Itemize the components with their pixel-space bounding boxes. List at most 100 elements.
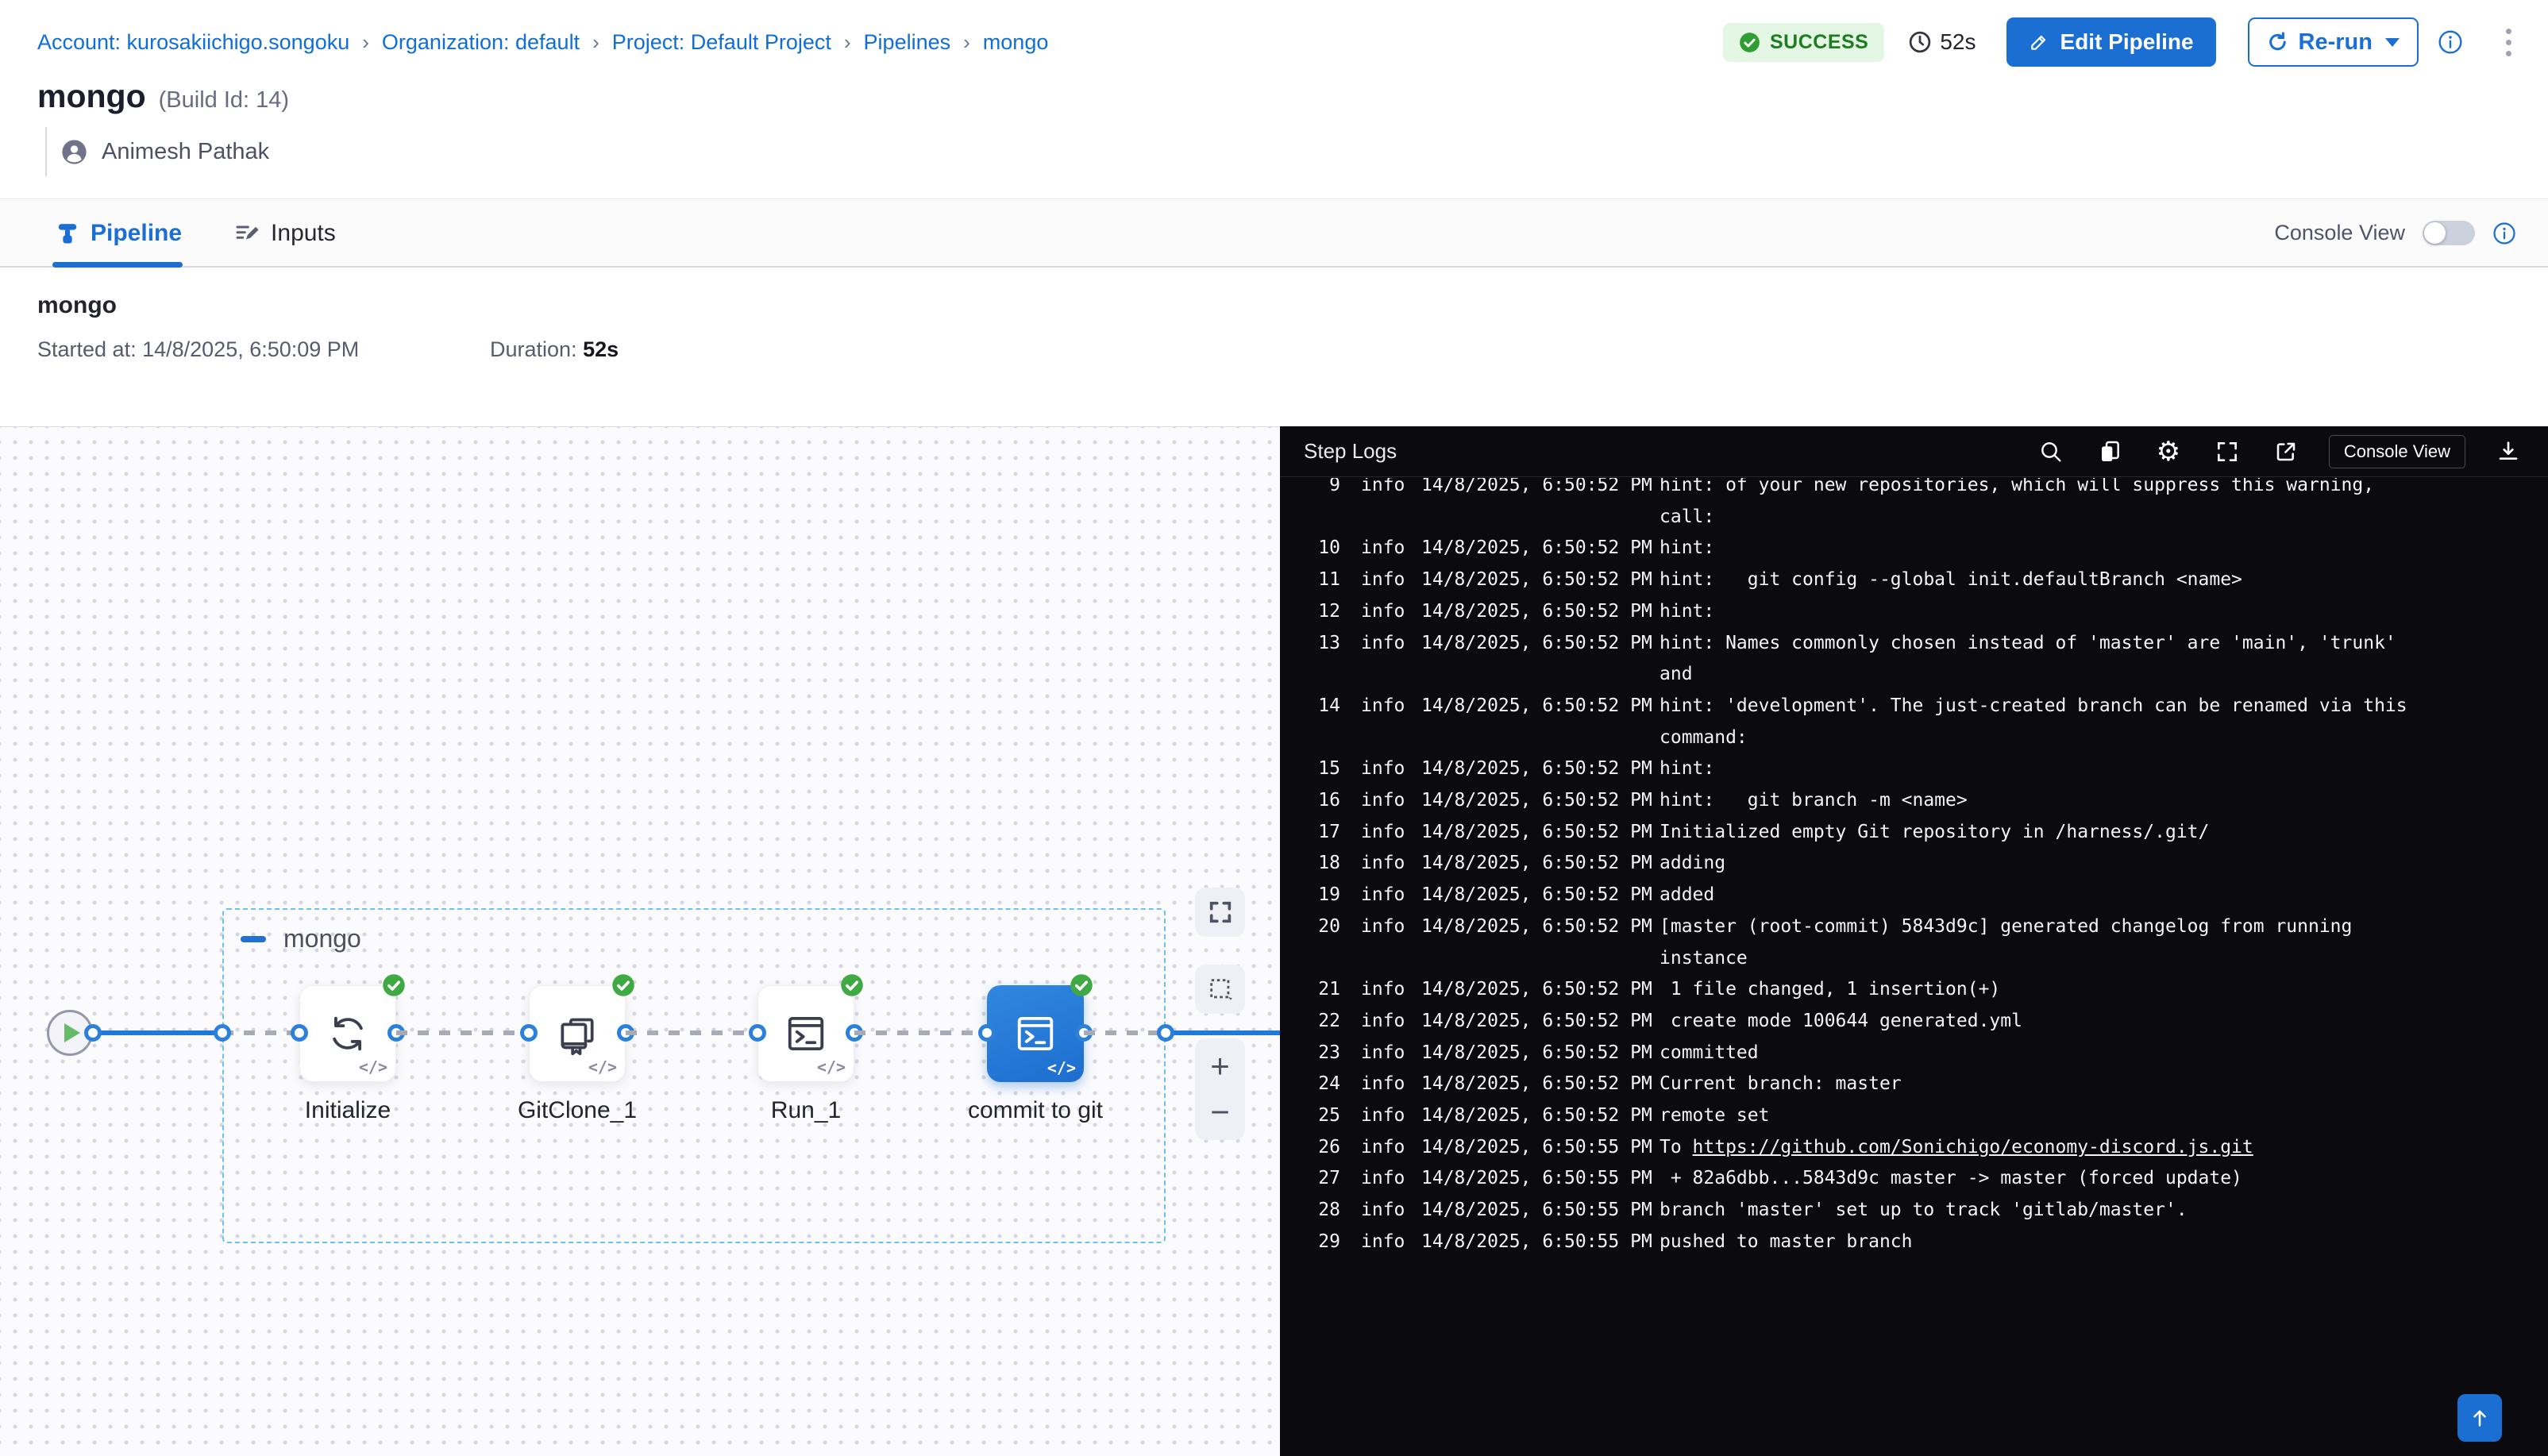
stage-label: commit to git: [932, 1097, 1139, 1124]
sync-icon: [326, 1012, 369, 1055]
log-line: 12info14/8/2025, 6:50:52 PMhint:: [1280, 596, 2548, 628]
breadcrumb-separator: ›: [592, 30, 599, 55]
log-line: 16info14/8/2025, 6:50:52 PMhint: git bra…: [1280, 785, 2548, 817]
link-port-dot[interactable]: [291, 1024, 308, 1042]
pipeline-link-dashed: [396, 1030, 529, 1035]
run-info-strip: mongo Started at: 14/8/2025, 6:50:09 PM …: [0, 269, 2548, 426]
log-line: 10info14/8/2025, 6:50:52 PMhint:: [1280, 533, 2548, 564]
log-console-view-button[interactable]: Console View: [2329, 435, 2465, 468]
log-open-in-new-icon[interactable]: [2270, 436, 2302, 468]
console-view-toggle-group: Console View: [2274, 199, 2516, 267]
log-line: 22info14/8/2025, 6:50:52 PM create mode …: [1280, 1006, 2548, 1038]
tab-inputs[interactable]: Inputs: [234, 199, 336, 267]
step-logs-panel: Step Logs ⚙ Console View: [1280, 426, 2548, 1456]
log-line: 20info14/8/2025, 6:50:52 PM[master (root…: [1280, 911, 2548, 943]
log-line: 13info14/8/2025, 6:50:52 PMhint: Names c…: [1280, 628, 2548, 660]
scroll-to-top-button[interactable]: [2457, 1394, 2502, 1442]
log-settings-icon[interactable]: ⚙: [2153, 436, 2184, 468]
pipeline-link-solid: [93, 1030, 222, 1035]
link-port-dot[interactable]: [978, 1024, 996, 1042]
duration-indicator: 52s: [1908, 29, 1976, 55]
edit-pipeline-button[interactable]: Edit Pipeline: [2006, 17, 2216, 67]
pipeline-link-dashed: [1084, 1030, 1166, 1035]
log-line: and: [1280, 659, 2548, 691]
zoom-in-button[interactable]: +: [1210, 1050, 1230, 1083]
log-scroll-area[interactable]: 9info14/8/2025, 6:50:52 PMhint: of your …: [1280, 478, 2548, 1456]
build-id: (Build Id: 14): [159, 87, 289, 114]
success-check-icon: [1739, 32, 1760, 53]
pipeline-name: mongo: [37, 78, 146, 115]
breadcrumb-separator: ›: [844, 30, 851, 55]
log-line: 21info14/8/2025, 6:50:52 PM 1 file chang…: [1280, 974, 2548, 1006]
stage-success-badge: [611, 973, 635, 997]
run-duration: Duration: 52s: [490, 337, 619, 362]
step-logs-title: Step Logs: [1304, 439, 1397, 464]
author-row: Animesh Pathak: [45, 127, 269, 176]
breadcrumb-separator: ›: [362, 30, 369, 55]
execution-info-icon[interactable]: [2438, 29, 2463, 55]
log-line: instance: [1280, 943, 2548, 975]
log-repo-link[interactable]: https://github.com/Sonichigo/economy-dis…: [1693, 1137, 2253, 1157]
log-line: 24info14/8/2025, 6:50:52 PMCurrent branc…: [1280, 1069, 2548, 1100]
log-line: 23info14/8/2025, 6:50:52 PMcommitted: [1280, 1038, 2548, 1069]
pipeline-canvas[interactable]: mongo </>Initialize</>GitClone_1</>Run_1…: [0, 426, 1280, 1456]
rerun-button[interactable]: Re-run: [2248, 17, 2419, 67]
stage-label: Initialize: [245, 1097, 451, 1124]
canvas-zoom-controls: + −: [1195, 1038, 1245, 1140]
stage-node-initialize[interactable]: </>: [299, 985, 396, 1082]
stage-node-run_1[interactable]: </>: [757, 985, 854, 1082]
breadcrumb-item[interactable]: Account: kurosakiichigo.songoku: [37, 30, 349, 55]
log-line: 26info14/8/2025, 6:50:55 PMTo https://gi…: [1280, 1132, 2548, 1164]
pipeline-execution-page: Account: kurosakiichigo.songoku › Organiza…: [0, 0, 2548, 1456]
breadcrumb-item[interactable]: Project: Default Project: [612, 30, 831, 55]
log-download-icon[interactable]: [2492, 436, 2524, 468]
zoom-out-button[interactable]: −: [1210, 1096, 1230, 1129]
log-line: call:: [1280, 502, 2548, 533]
build-title: mongo (Build Id: 14): [37, 78, 289, 115]
breadcrumb-separator: ›: [963, 30, 970, 55]
log-line: 18info14/8/2025, 6:50:52 PMadding: [1280, 848, 2548, 880]
play-icon: [64, 1023, 80, 1042]
stage-group-label: mongo: [283, 924, 361, 953]
tab-pipeline[interactable]: Pipeline: [56, 199, 182, 267]
breadcrumb-item[interactable]: mongo: [983, 30, 1049, 55]
link-port-dot[interactable]: [84, 1024, 102, 1042]
log-line: 19info14/8/2025, 6:50:52 PMadded: [1280, 880, 2548, 911]
collapse-group-icon[interactable]: [241, 936, 266, 942]
clock-icon: [1908, 30, 1932, 54]
log-copy-icon[interactable]: [2094, 436, 2126, 468]
pipeline-link-dashed: [222, 1030, 299, 1035]
code-icon: </>: [1047, 1058, 1076, 1077]
link-port-dot[interactable]: [749, 1024, 766, 1042]
console-view-info-icon[interactable]: [2492, 221, 2516, 245]
link-port-dot[interactable]: [214, 1024, 231, 1042]
pipeline-link-dashed: [626, 1030, 757, 1035]
canvas-fullscreen-button[interactable]: [1195, 888, 1245, 937]
terminal-icon: [784, 1012, 827, 1055]
author-name: Animesh Pathak: [102, 139, 269, 165]
canvas-select-tool-button[interactable]: [1195, 965, 1245, 1014]
code-icon: </>: [588, 1057, 617, 1077]
console-view-toggle[interactable]: [2423, 221, 2475, 245]
breadcrumb-item[interactable]: Pipelines: [864, 30, 951, 55]
link-port-dot[interactable]: [520, 1024, 538, 1042]
stage-success-badge: [382, 973, 406, 997]
more-options-menu[interactable]: [2501, 24, 2516, 61]
stage-success-badge: [1070, 973, 1093, 997]
inputs-tab-icon: [234, 221, 260, 246]
log-line: 29info14/8/2025, 6:50:55 PMpushed to mas…: [1280, 1227, 2548, 1258]
pipeline-tab-icon: [56, 221, 79, 245]
stage-node-gitclone_1[interactable]: </>: [529, 985, 626, 1082]
log-fullscreen-icon[interactable]: [2211, 436, 2243, 468]
pipeline-link-solid: [1166, 1030, 1280, 1035]
header-actions: SUCCESS 52s Edit Pipeline Re-run: [1723, 16, 2516, 68]
breadcrumb-item[interactable]: Organization: default: [382, 30, 580, 55]
tab-bar: Pipeline Inputs Console View: [0, 198, 2548, 268]
log-line: 25info14/8/2025, 6:50:52 PMremote set: [1280, 1100, 2548, 1132]
log-search-icon[interactable]: [2035, 436, 2067, 468]
stage-group-header[interactable]: mongo: [241, 924, 361, 953]
status-text: SUCCESS: [1770, 31, 1868, 54]
link-port-dot[interactable]: [1157, 1024, 1174, 1042]
stage-node-commit-to-git[interactable]: </>: [987, 985, 1084, 1082]
rerun-caret-icon[interactable]: [2385, 38, 2400, 47]
